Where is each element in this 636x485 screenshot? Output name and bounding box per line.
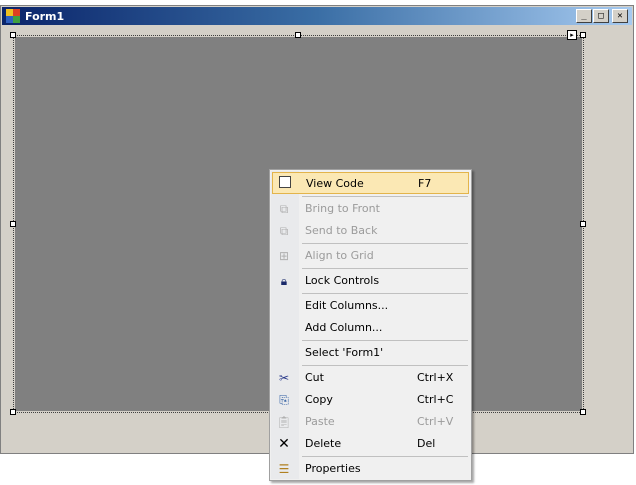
close-button[interactable]: ✕ [612, 9, 628, 23]
menu-separator [302, 340, 468, 341]
cut-icon: ✂ [278, 371, 290, 385]
properties-icon: ☰ [278, 462, 290, 476]
resize-handle-top-right[interactable] [580, 32, 586, 38]
view-code-icon [273, 175, 297, 191]
lock-icon: 🔒︎ [280, 273, 288, 288]
menu-separator [302, 456, 468, 457]
resize-handle-bottom-left[interactable] [10, 409, 16, 415]
resize-handle-top[interactable] [295, 32, 301, 38]
delete-icon: ✕ [278, 436, 290, 452]
resize-handle-bottom-right[interactable] [580, 409, 586, 415]
resize-handle-top-left[interactable] [10, 32, 16, 38]
paste-icon: 📋︎ [276, 415, 292, 429]
menu-item-add-column[interactable]: Add Column... [272, 317, 469, 339]
copy-icon: ⎘ [279, 392, 289, 407]
menu-item-align-to-grid[interactable]: ⊞ Align to Grid [272, 245, 469, 267]
form-icon [6, 9, 20, 23]
menu-item-copy[interactable]: ⎘ Copy Ctrl+C [272, 389, 469, 411]
menu-item-view-code[interactable]: View Code F7 [272, 172, 469, 194]
menu-item-cut[interactable]: ✂ Cut Ctrl+X [272, 367, 469, 389]
resize-handle-left[interactable] [10, 221, 16, 227]
title-bar[interactable]: Form1 _ □ ✕ [2, 7, 632, 25]
menu-separator [302, 196, 468, 197]
menu-item-bring-to-front[interactable]: ⧉ Bring to Front [272, 198, 469, 220]
menu-separator [302, 365, 468, 366]
menu-item-properties[interactable]: ☰ Properties [272, 458, 469, 480]
smart-tag-arrow-icon[interactable]: ▸ [567, 30, 577, 40]
menu-separator [302, 293, 468, 294]
menu-item-edit-columns[interactable]: Edit Columns... [272, 295, 469, 317]
align-to-grid-icon: ⊞ [278, 249, 290, 263]
maximize-button[interactable]: □ [593, 9, 609, 23]
menu-separator [302, 243, 468, 244]
menu-item-paste[interactable]: 📋︎ Paste Ctrl+V [272, 411, 469, 433]
context-menu: View Code F7 ⧉ Bring to Front ⧉ Send to … [269, 169, 472, 481]
menu-item-send-to-back[interactable]: ⧉ Send to Back [272, 220, 469, 242]
menu-item-lock-controls[interactable]: 🔒︎ Lock Controls [272, 270, 469, 292]
send-to-back-icon: ⧉ [279, 223, 289, 238]
window-title: Form1 [25, 9, 65, 23]
minimize-button[interactable]: _ [576, 9, 592, 23]
menu-item-select-form1[interactable]: Select 'Form1' [272, 342, 469, 364]
menu-item-delete[interactable]: ✕ Delete Del [272, 433, 469, 455]
resize-handle-right[interactable] [580, 221, 586, 227]
menu-separator [302, 268, 468, 269]
bring-to-front-icon: ⧉ [279, 201, 289, 216]
